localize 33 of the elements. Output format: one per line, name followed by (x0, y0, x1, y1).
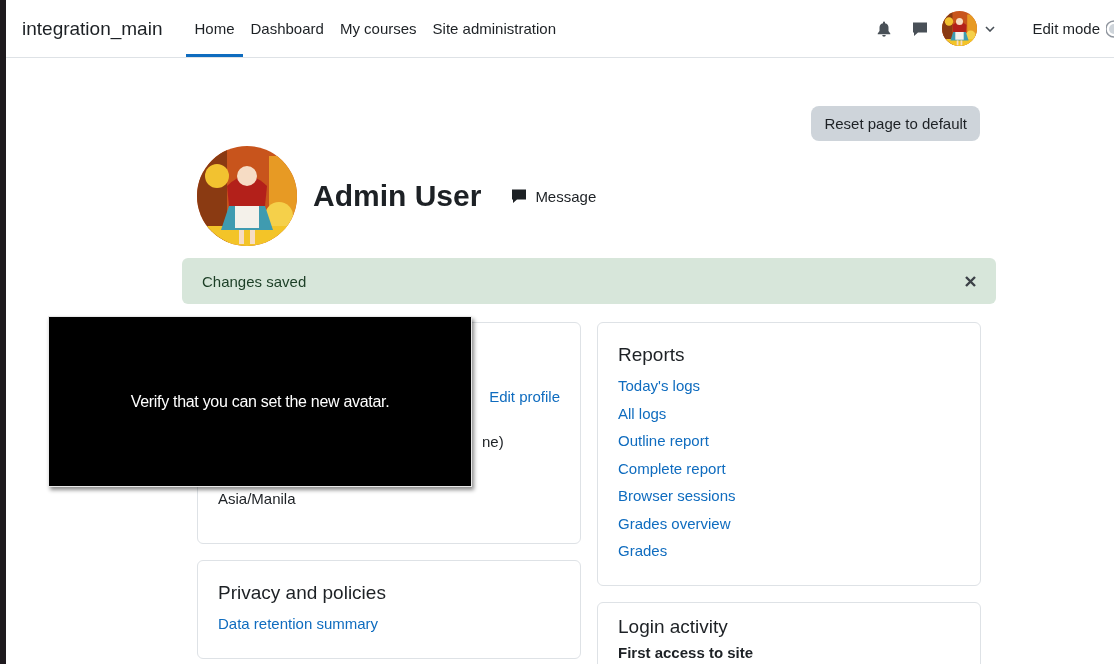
report-link[interactable]: All logs (618, 399, 667, 427)
report-link[interactable]: Browser sessions (618, 482, 736, 510)
chat-icon (511, 188, 528, 204)
nav-tab[interactable]: My courses (331, 3, 425, 57)
field-label: First access to site (618, 643, 755, 661)
nav-tab[interactable]: Dashboard (242, 3, 332, 57)
text-fragment: ne) (482, 432, 504, 450)
close-icon[interactable] (965, 275, 976, 287)
user-name: Admin User (313, 179, 482, 213)
site-name[interactable]: integration_main (22, 17, 163, 40)
message-button[interactable]: Message (511, 187, 597, 205)
nav-tab[interactable]: Home (186, 3, 243, 57)
policy-link[interactable]: Data retention summary (218, 610, 379, 638)
report-link[interactable]: Today's logs (618, 372, 701, 400)
report-link[interactable]: Grades overview (618, 509, 731, 537)
nav-tab[interactable]: Site administration (424, 3, 564, 57)
reset-page-button[interactable]: Reset page to default (811, 106, 980, 141)
card-title: Privacy and policies (218, 581, 387, 604)
bell-icon[interactable] (877, 20, 892, 37)
card-title: Login activity (618, 614, 729, 638)
caret-icon[interactable] (985, 25, 996, 32)
toggle-switch-icon[interactable] (1106, 19, 1114, 38)
report-link[interactable]: Complete report (618, 454, 726, 482)
edit-profile-link[interactable]: Edit profile (489, 383, 560, 411)
card-title: Reports (618, 343, 686, 366)
alert-message: Changes saved (202, 272, 307, 290)
timezone-text: Asia/Manila (218, 489, 296, 507)
user-avatar[interactable] (942, 11, 978, 46)
edit-mode-label[interactable]: Edit mode (1032, 20, 1100, 37)
report-link[interactable]: Outline report (618, 427, 709, 455)
chat-icon[interactable] (912, 20, 929, 37)
instruction-text: Verify that you can set the new avatar. (130, 392, 390, 411)
report-link[interactable]: Grades (618, 537, 668, 565)
